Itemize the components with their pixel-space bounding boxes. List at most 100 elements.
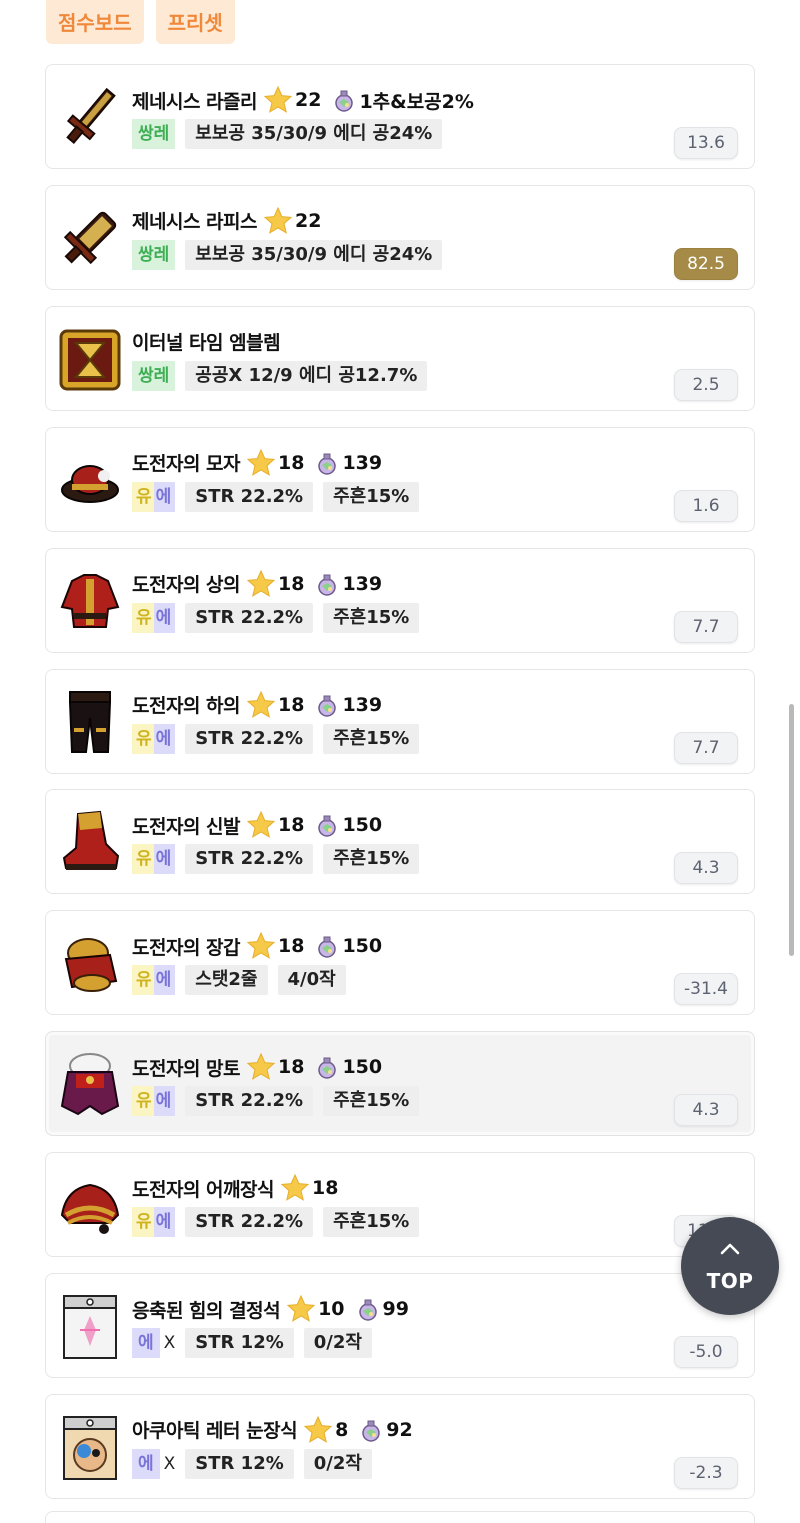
potential-cube-icon bbox=[318, 453, 337, 475]
item-name: 제네시스 라피스 bbox=[132, 211, 257, 234]
item-tags: 유 에 STR 22.2% 주흔15% bbox=[132, 1086, 420, 1117]
star-icon bbox=[246, 690, 276, 718]
option-tag: 주흔15% bbox=[323, 844, 420, 875]
potential-value: 92 bbox=[386, 1418, 413, 1441]
potential-value: 99 bbox=[382, 1298, 409, 1320]
grade-badge: 유에 bbox=[132, 965, 176, 996]
potential-value: 139 bbox=[342, 451, 383, 474]
list-item[interactable]: 도전자의 신발 18 150 유 에 STR 22.2% 주흔15% 4.3 bbox=[45, 789, 755, 895]
list-item[interactable]: 도전자의 상의 18 139 유 에 STR 22.2% 주흔15% 7.7 bbox=[45, 547, 755, 653]
grade-badge: 쌍레 bbox=[132, 119, 176, 149]
item-name: 도전자의 하의 bbox=[132, 695, 241, 717]
list-item[interactable]: 도전자의 망토 18 150 유 에 STR 22.2% 주흔15% 4.3 bbox=[45, 1031, 755, 1137]
option-tag: 주흔15% bbox=[323, 723, 420, 754]
score-badge[interactable]: -31.4 bbox=[674, 973, 738, 1006]
item-name: 아쿠아틱 레터 눈장식 bbox=[132, 1420, 298, 1443]
potential-value: 150 bbox=[342, 814, 383, 837]
challenger-shoulder-icon bbox=[58, 1171, 122, 1239]
challenger-gloves-icon bbox=[58, 929, 122, 997]
genesis-lazuli-icon bbox=[58, 83, 122, 151]
grade-badge: 쌍레 bbox=[132, 239, 176, 270]
score-badge[interactable]: 4.3 bbox=[674, 852, 738, 885]
item-name: 도전자의 장갑 bbox=[132, 936, 241, 959]
star-force-count: 8 bbox=[335, 1418, 349, 1441]
star-force-count: 22 bbox=[294, 89, 322, 111]
item-header: 도전자의 하의 18 139 bbox=[132, 690, 382, 720]
list-item[interactable]: 제네시스 라즐리 22 1추&보공2% 쌍레 보보공 35/30/9 에디 공24% 13… bbox=[45, 64, 755, 169]
star-force-count: 18 bbox=[278, 693, 305, 716]
scrollbar[interactable] bbox=[789, 704, 794, 956]
item-tags: 쌍레 공공X 12/9 에디 공12.7% bbox=[132, 360, 428, 391]
list-item-partial[interactable] bbox=[45, 1511, 755, 1523]
star-icon bbox=[246, 569, 276, 597]
grade-badge: 유에 bbox=[132, 1086, 176, 1117]
option-tag: 0/2작 bbox=[303, 1448, 372, 1479]
potential-value: 139 bbox=[342, 572, 383, 595]
option-tag: STR 22.2% bbox=[185, 481, 314, 512]
list-item[interactable]: 아쿠아틱 레터 눈장식 8 92 에 X STR 12% 0/2작 -2.3 bbox=[45, 1393, 755, 1499]
score-badge[interactable]: 13.6 bbox=[674, 127, 738, 159]
grade-badge: 에X bbox=[132, 1448, 175, 1479]
list-item[interactable]: 이터널 타임 엠블렘쌍레 공공X 12/9 에디 공12.7% 2.5 bbox=[45, 305, 755, 411]
potential-cube-icon bbox=[318, 815, 337, 838]
star-force-count: 18 bbox=[278, 814, 305, 837]
challenger-cape-icon bbox=[58, 1050, 122, 1118]
score-badge[interactable]: 4.3 bbox=[674, 1094, 738, 1127]
score-badge[interactable]: -2.3 bbox=[674, 1456, 738, 1489]
item-tags: 유 에 STR 22.2% 주흔15% bbox=[132, 602, 420, 633]
score-badge[interactable]: 7.7 bbox=[674, 731, 738, 764]
challenger-bottom-icon bbox=[58, 688, 122, 756]
list-item[interactable]: 도전자의 어깨장식18유에STR 22.2%주흔15%11.3 bbox=[45, 1152, 755, 1258]
star-icon bbox=[246, 448, 276, 476]
grade-badge: 쌍레 bbox=[132, 360, 176, 391]
list-item[interactable]: 도전자의 하의 18 139 유 에 STR 22.2% 주흔15% 7.7 bbox=[45, 668, 755, 774]
item-header: 제네시스 라즐리 22 1추&보공2% bbox=[132, 85, 474, 115]
item-tags: 유 에 STR 22.2% 주흔15% bbox=[132, 481, 420, 512]
potential-cube-icon bbox=[318, 574, 337, 596]
star-force-count: 22 bbox=[294, 209, 322, 232]
potential-cube-icon bbox=[358, 1299, 377, 1321]
score-badge[interactable]: 2.5 bbox=[674, 368, 738, 401]
option-tag: 주흔15% bbox=[323, 602, 420, 633]
item-header: 제네시스 라피스 22 bbox=[132, 206, 321, 236]
potential-value: 150 bbox=[342, 935, 383, 958]
scroll-top-button[interactable]: TOP bbox=[681, 1217, 779, 1315]
potential-cube-icon bbox=[362, 1420, 381, 1442]
score-badge[interactable]: 82.5 bbox=[674, 247, 738, 280]
score-badge[interactable]: -5.0 bbox=[674, 1336, 738, 1368]
item-name: 이터널 타임 엠블렘 bbox=[132, 332, 281, 355]
item-header: 도전자의 상의 18 139 bbox=[132, 569, 382, 599]
star-force-count: 18 bbox=[278, 935, 305, 958]
list-item[interactable]: 응축된 힘의 결정석 10 99 에 X STR 12% 0/2작 -5.0 bbox=[45, 1273, 755, 1378]
star-force-count: 18 bbox=[278, 572, 305, 595]
list-item[interactable]: 도전자의 장갑 18 150 유 에 스탯2줄 4/0작 -31.4 bbox=[45, 910, 755, 1016]
option-tag: 0/2작 bbox=[303, 1328, 372, 1358]
grade-badge: 유에 bbox=[132, 602, 176, 633]
tab-preset[interactable]: 프리셋 bbox=[155, 0, 235, 44]
star-icon bbox=[286, 1294, 316, 1322]
tab-scoreboard[interactable]: 점수보드 bbox=[46, 0, 144, 44]
item-header: 도전자의 장갑 18 150 bbox=[132, 931, 382, 961]
potential-cube-icon bbox=[335, 90, 354, 112]
item-name: 도전자의 신발 bbox=[132, 815, 241, 838]
star-force-count: 18 bbox=[278, 1056, 305, 1079]
option-tag: STR 22.2% bbox=[185, 1086, 314, 1117]
option-tag: 보보공 35/30/9 에디 공24% bbox=[185, 239, 443, 270]
item-header: 응축된 힘의 결정석 10 99 bbox=[132, 1294, 409, 1324]
item-header: 도전자의 어깨장식 18 bbox=[132, 1173, 338, 1203]
item-header: 이터널 타임 엠블렘 bbox=[132, 327, 281, 357]
list-item[interactable]: 도전자의 모자 18 139 유 에 STR 22.2% 주흔15% 1.6 bbox=[45, 426, 755, 532]
list-item[interactable]: 제네시스 라피스 22 쌍레 보보공 35/30/9 에디 공24% 82.5 bbox=[45, 184, 755, 290]
option-tag: 주흔15% bbox=[323, 481, 420, 512]
potential-cube-icon bbox=[318, 1057, 337, 1079]
aquatic-letter-eye-icon bbox=[58, 1413, 122, 1481]
star-force-count: 18 bbox=[311, 1177, 339, 1200]
challenger-top-icon bbox=[58, 567, 122, 635]
score-badge[interactable]: 7.7 bbox=[674, 610, 738, 643]
option-tag: STR 22.2% bbox=[185, 602, 314, 633]
challenger-hat-icon bbox=[58, 446, 122, 514]
score-badge[interactable]: 1.6 bbox=[674, 489, 738, 522]
item-header: 도전자의 신발 18 150 bbox=[132, 810, 382, 840]
grade-badge: 유에 bbox=[132, 1207, 176, 1238]
option-tag: STR 22.2% bbox=[185, 723, 314, 754]
